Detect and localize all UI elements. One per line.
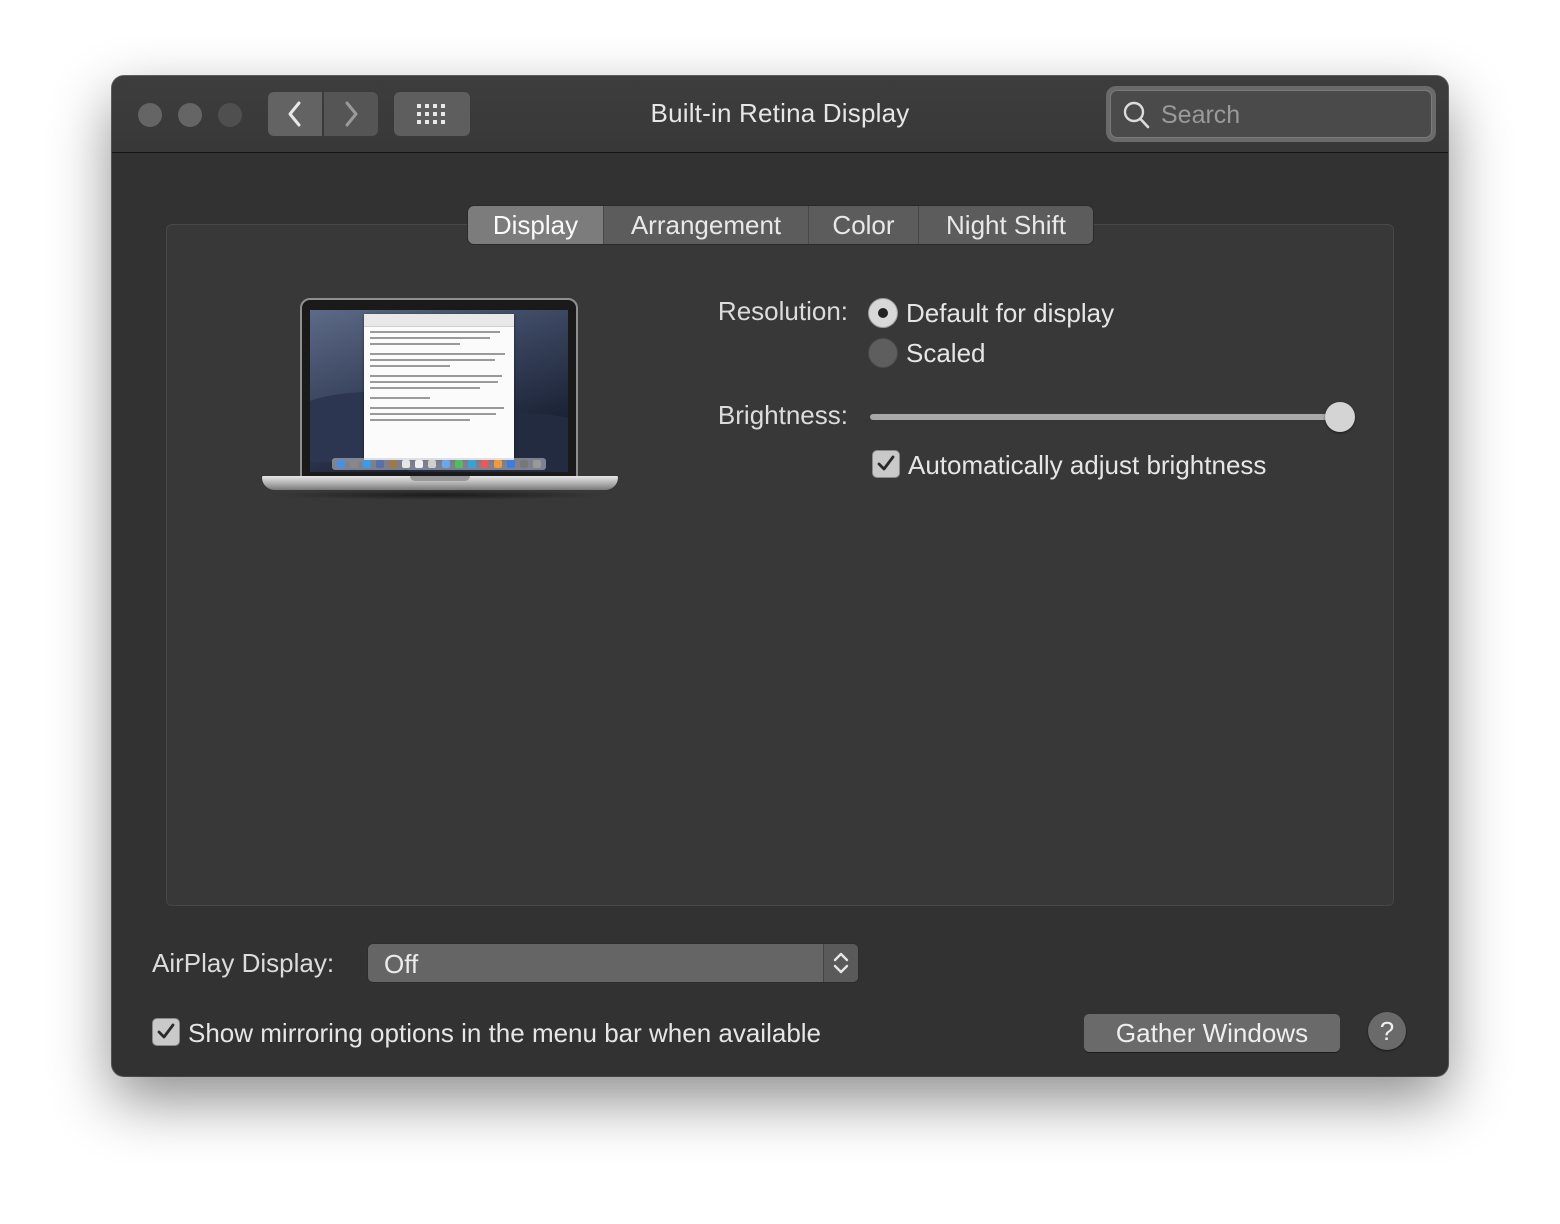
radio-default-for-display[interactable] <box>868 298 898 328</box>
laptop-lid <box>300 298 578 478</box>
tab-night-shift[interactable]: Night Shift <box>919 206 1093 244</box>
tab-display[interactable]: Display <box>468 206 604 244</box>
checkmark-icon <box>157 1023 175 1039</box>
tab-arrangement[interactable]: Arrangement <box>604 206 809 244</box>
option-scaled-label[interactable]: Scaled <box>906 338 986 369</box>
macbook-pro-image <box>262 298 618 508</box>
brightness-label: Brightness: <box>717 400 848 430</box>
resolution-label: Resolution: <box>717 296 848 326</box>
show-mirroring-checkbox[interactable] <box>152 1018 180 1046</box>
brightness-slider[interactable] <box>870 414 1340 420</box>
search-icon <box>1123 101 1150 129</box>
document-window-thumbnail <box>364 314 514 460</box>
show-mirroring-label[interactable]: Show mirroring options in the menu bar w… <box>188 1018 821 1049</box>
auto-brightness-checkbox[interactable] <box>872 450 900 478</box>
title-bar: Built-in Retina Display <box>112 76 1448 153</box>
airplay-display-value: Off <box>384 949 419 979</box>
select-stepper <box>823 944 858 982</box>
laptop-base <box>262 476 618 490</box>
brightness-slider-thumb[interactable] <box>1325 402 1355 432</box>
system-preferences-window: Built-in Retina Display Display Arrangem… <box>112 76 1448 1076</box>
airplay-display-label: AirPlay Display: <box>152 948 335 978</box>
tab-bar: Display Arrangement Color Night Shift <box>468 206 1093 244</box>
chevron-up-down-icon <box>833 952 849 974</box>
airplay-display-select[interactable]: Off <box>368 944 858 982</box>
checkmark-icon <box>877 455 895 471</box>
radio-scaled[interactable] <box>868 338 898 368</box>
laptop-screen <box>310 310 568 472</box>
tab-color[interactable]: Color <box>809 206 919 244</box>
help-button[interactable]: ? <box>1368 1012 1406 1050</box>
search-box[interactable] <box>1110 90 1432 139</box>
dock-thumbnail <box>332 458 546 470</box>
option-default-for-display-label[interactable]: Default for display <box>906 298 1114 329</box>
auto-brightness-label[interactable]: Automatically adjust brightness <box>908 450 1266 481</box>
search-input[interactable] <box>1159 91 1423 139</box>
search-field[interactable] <box>1106 86 1436 142</box>
gather-windows-button[interactable]: Gather Windows <box>1084 1014 1340 1052</box>
